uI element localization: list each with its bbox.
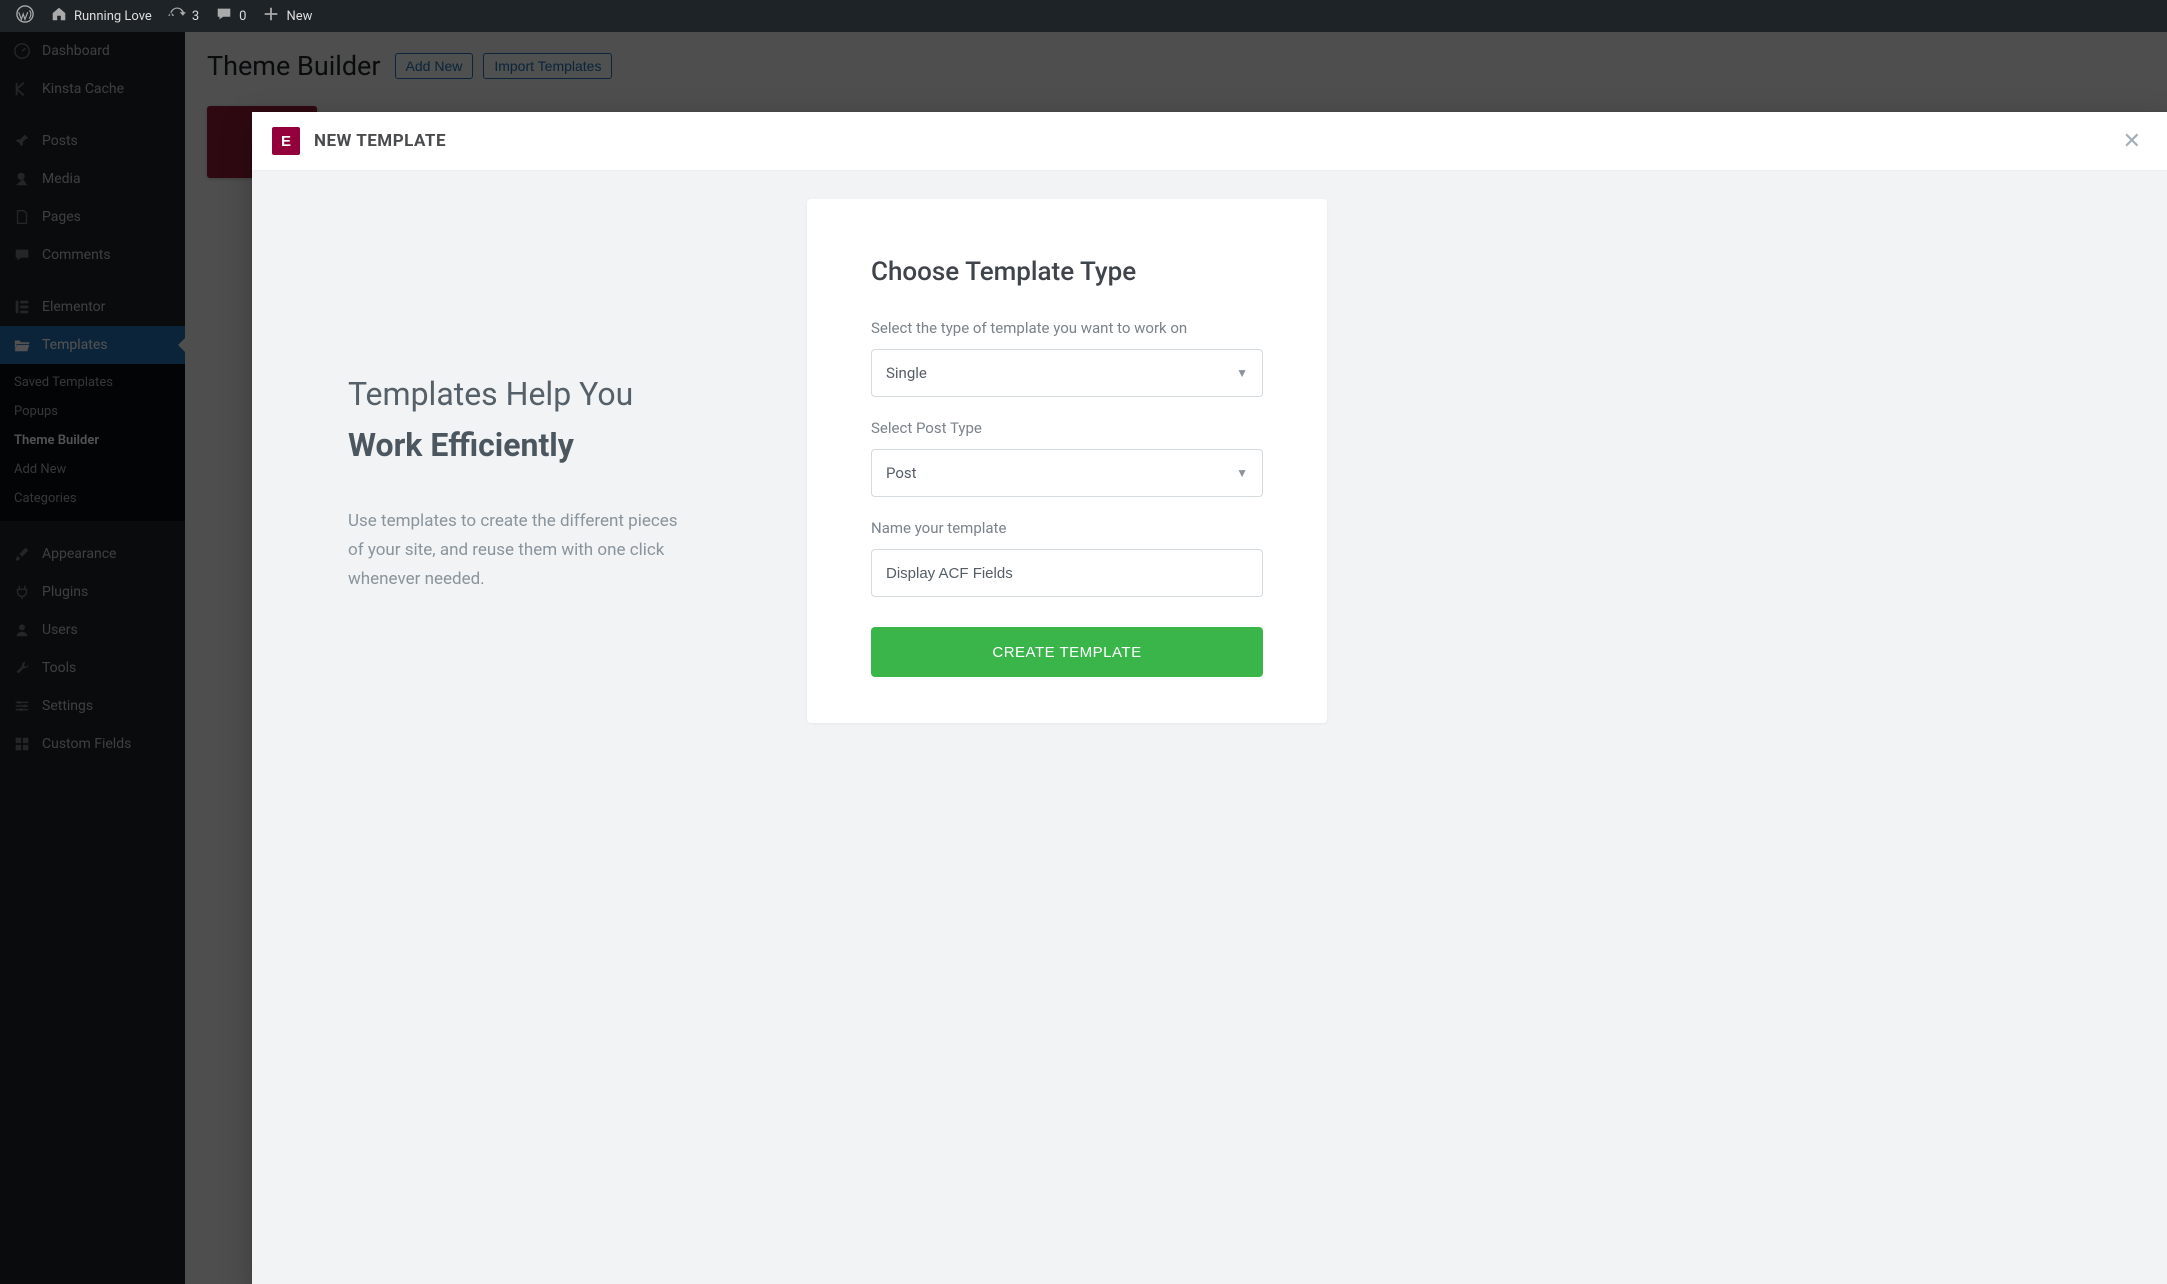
close-icon[interactable]: ✕ bbox=[2117, 129, 2147, 154]
plus-icon bbox=[262, 5, 280, 27]
comments-link[interactable]: 0 bbox=[207, 0, 254, 32]
create-template-button[interactable]: CREATE TEMPLATE bbox=[871, 627, 1263, 677]
comments-count: 0 bbox=[239, 9, 246, 24]
template-name-label: Name your template bbox=[871, 519, 1263, 537]
post-type-label: Select Post Type bbox=[871, 419, 1263, 437]
updates-link[interactable]: 3 bbox=[160, 0, 207, 32]
template-type-select[interactable]: Single ▼ bbox=[871, 349, 1263, 397]
comment-icon bbox=[215, 5, 233, 27]
template-form: Choose Template Type Select the type of … bbox=[807, 199, 1327, 723]
wp-logo[interactable] bbox=[8, 0, 42, 32]
new-content-link[interactable]: New bbox=[254, 0, 320, 32]
intro-heading-line2: Work Efficiently bbox=[348, 420, 807, 471]
elementor-badge-icon: E bbox=[272, 127, 300, 155]
wordpress-icon bbox=[16, 5, 34, 27]
new-label: New bbox=[286, 9, 312, 24]
chevron-down-icon: ▼ bbox=[1236, 366, 1248, 380]
site-home-link[interactable]: Running Love bbox=[42, 0, 160, 32]
template-type-label: Select the type of template you want to … bbox=[871, 319, 1263, 337]
form-heading: Choose Template Type bbox=[871, 257, 1263, 287]
modal-header: E NEW TEMPLATE ✕ bbox=[252, 112, 2167, 171]
admin-bar: Running Love 3 0 New bbox=[0, 0, 2167, 32]
template-name-input[interactable] bbox=[871, 549, 1263, 597]
modal-intro: Templates Help You Work Efficiently Use … bbox=[252, 199, 807, 594]
chevron-down-icon: ▼ bbox=[1236, 466, 1248, 480]
home-icon bbox=[50, 5, 68, 27]
select-value: Post bbox=[886, 464, 917, 482]
updates-count: 3 bbox=[192, 9, 199, 24]
site-name: Running Love bbox=[74, 9, 152, 24]
refresh-icon bbox=[168, 5, 186, 27]
new-template-modal: E NEW TEMPLATE ✕ Templates Help You Work… bbox=[252, 112, 2167, 1284]
select-value: Single bbox=[886, 364, 927, 382]
intro-heading-line1: Templates Help You bbox=[348, 375, 633, 413]
post-type-select[interactable]: Post ▼ bbox=[871, 449, 1263, 497]
intro-description: Use templates to create the different pi… bbox=[348, 507, 688, 594]
modal-title: NEW TEMPLATE bbox=[314, 131, 446, 151]
